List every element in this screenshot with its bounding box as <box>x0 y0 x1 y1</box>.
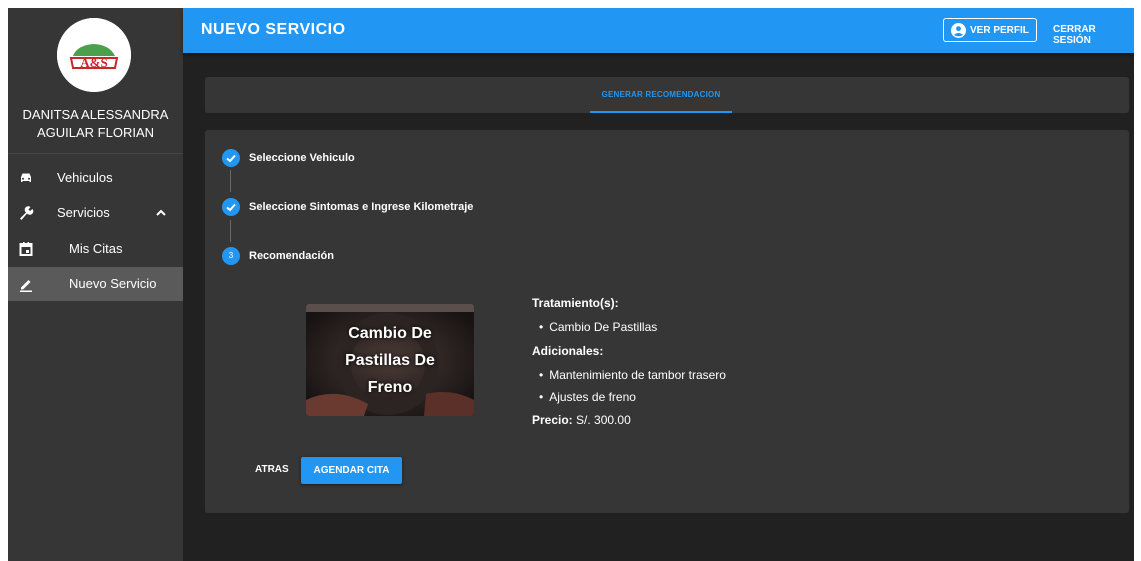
account-circle-icon <box>951 23 966 38</box>
back-button[interactable]: ATRAS <box>255 464 289 475</box>
sidebar-item-servicios[interactable]: Servicios <box>8 196 183 230</box>
step-connector <box>230 170 231 192</box>
step-number-badge: 3 <box>222 247 240 265</box>
step-label: Recomendación <box>249 250 334 262</box>
treatments-heading: Tratamiento(s): <box>532 296 619 310</box>
schedule-appointment-button[interactable]: AGENDAR CITA <box>301 457 402 484</box>
svg-text:A&S: A&S <box>80 55 107 70</box>
user-name: DANITSA ALESSANDRA AGUILAR FLORIAN <box>8 106 183 142</box>
wrench-icon <box>20 206 34 220</box>
app-window: A&S DANITSA ALESSANDRA AGUILAR FLORIAN V… <box>8 8 1134 561</box>
logout-button[interactable]: CERRAR SESIÓN <box>1053 24 1134 46</box>
price-value: S/. 300.00 <box>576 413 631 427</box>
check-icon <box>222 149 240 167</box>
chevron-up-icon <box>156 209 166 216</box>
caption-line: Cambio De <box>348 325 432 342</box>
sidebar-divider <box>8 153 183 154</box>
calendar-icon <box>19 242 33 256</box>
tab-active-indicator <box>590 111 732 113</box>
service-image: Cambio De Pastillas De Freno <box>306 304 474 416</box>
sidebar-item-nuevo-servicio[interactable]: Nuevo Servicio <box>8 267 183 301</box>
extra-item: Ajustes de freno <box>539 390 636 404</box>
extras-heading: Adicionales: <box>532 344 604 358</box>
page-title: NUEVO SERVICIO <box>201 21 346 38</box>
step-label: Seleccione Vehiculo <box>249 152 355 164</box>
price-label: Precio: <box>532 413 573 427</box>
stepper-card: Seleccione Vehiculo Seleccione Sintomas … <box>205 130 1129 513</box>
view-profile-button[interactable]: VER PERFIL <box>943 18 1037 42</box>
caption-line: Pastillas De <box>345 352 435 369</box>
view-profile-label: VER PERFIL <box>970 25 1029 36</box>
tab-generar-recomendacion[interactable]: GENERAR RECOMENDACION <box>590 77 732 113</box>
car-icon <box>21 173 31 182</box>
extra-item: Mantenimiento de tambor trasero <box>539 368 726 382</box>
step-label: Seleccione Sintomas e Ingrese Kilometraj… <box>249 201 474 213</box>
brand-logo: A&S <box>57 18 131 92</box>
price: Precio: S/. 300.00 <box>532 413 631 427</box>
caption-line: Freno <box>367 379 413 396</box>
sidebar-item-label: Nuevo Servicio <box>69 276 157 291</box>
sidebar-item-vehiculos[interactable]: Vehiculos <box>8 161 183 195</box>
service-image-caption: Cambio De Pastillas De Freno <box>306 320 474 401</box>
step-connector <box>230 220 231 242</box>
sidebar: A&S DANITSA ALESSANDRA AGUILAR FLORIAN V… <box>8 8 183 561</box>
sidebar-item-mis-citas[interactable]: Mis Citas <box>8 232 183 266</box>
check-icon <box>222 198 240 216</box>
tab-strip: GENERAR RECOMENDACION <box>205 77 1129 113</box>
sidebar-item-label: Vehiculos <box>57 170 113 185</box>
user-name-line1: DANITSA ALESSANDRA <box>22 107 169 122</box>
pencil-icon <box>20 280 32 292</box>
top-app-bar: NUEVO SERVICIO VER PERFIL CERRAR SESIÓN <box>183 8 1134 53</box>
treatment-item: Cambio De Pastillas <box>539 320 657 334</box>
sidebar-item-label: Mis Citas <box>69 241 123 256</box>
sidebar-item-label: Servicios <box>57 205 110 220</box>
user-name-line2: AGUILAR FLORIAN <box>36 125 155 140</box>
